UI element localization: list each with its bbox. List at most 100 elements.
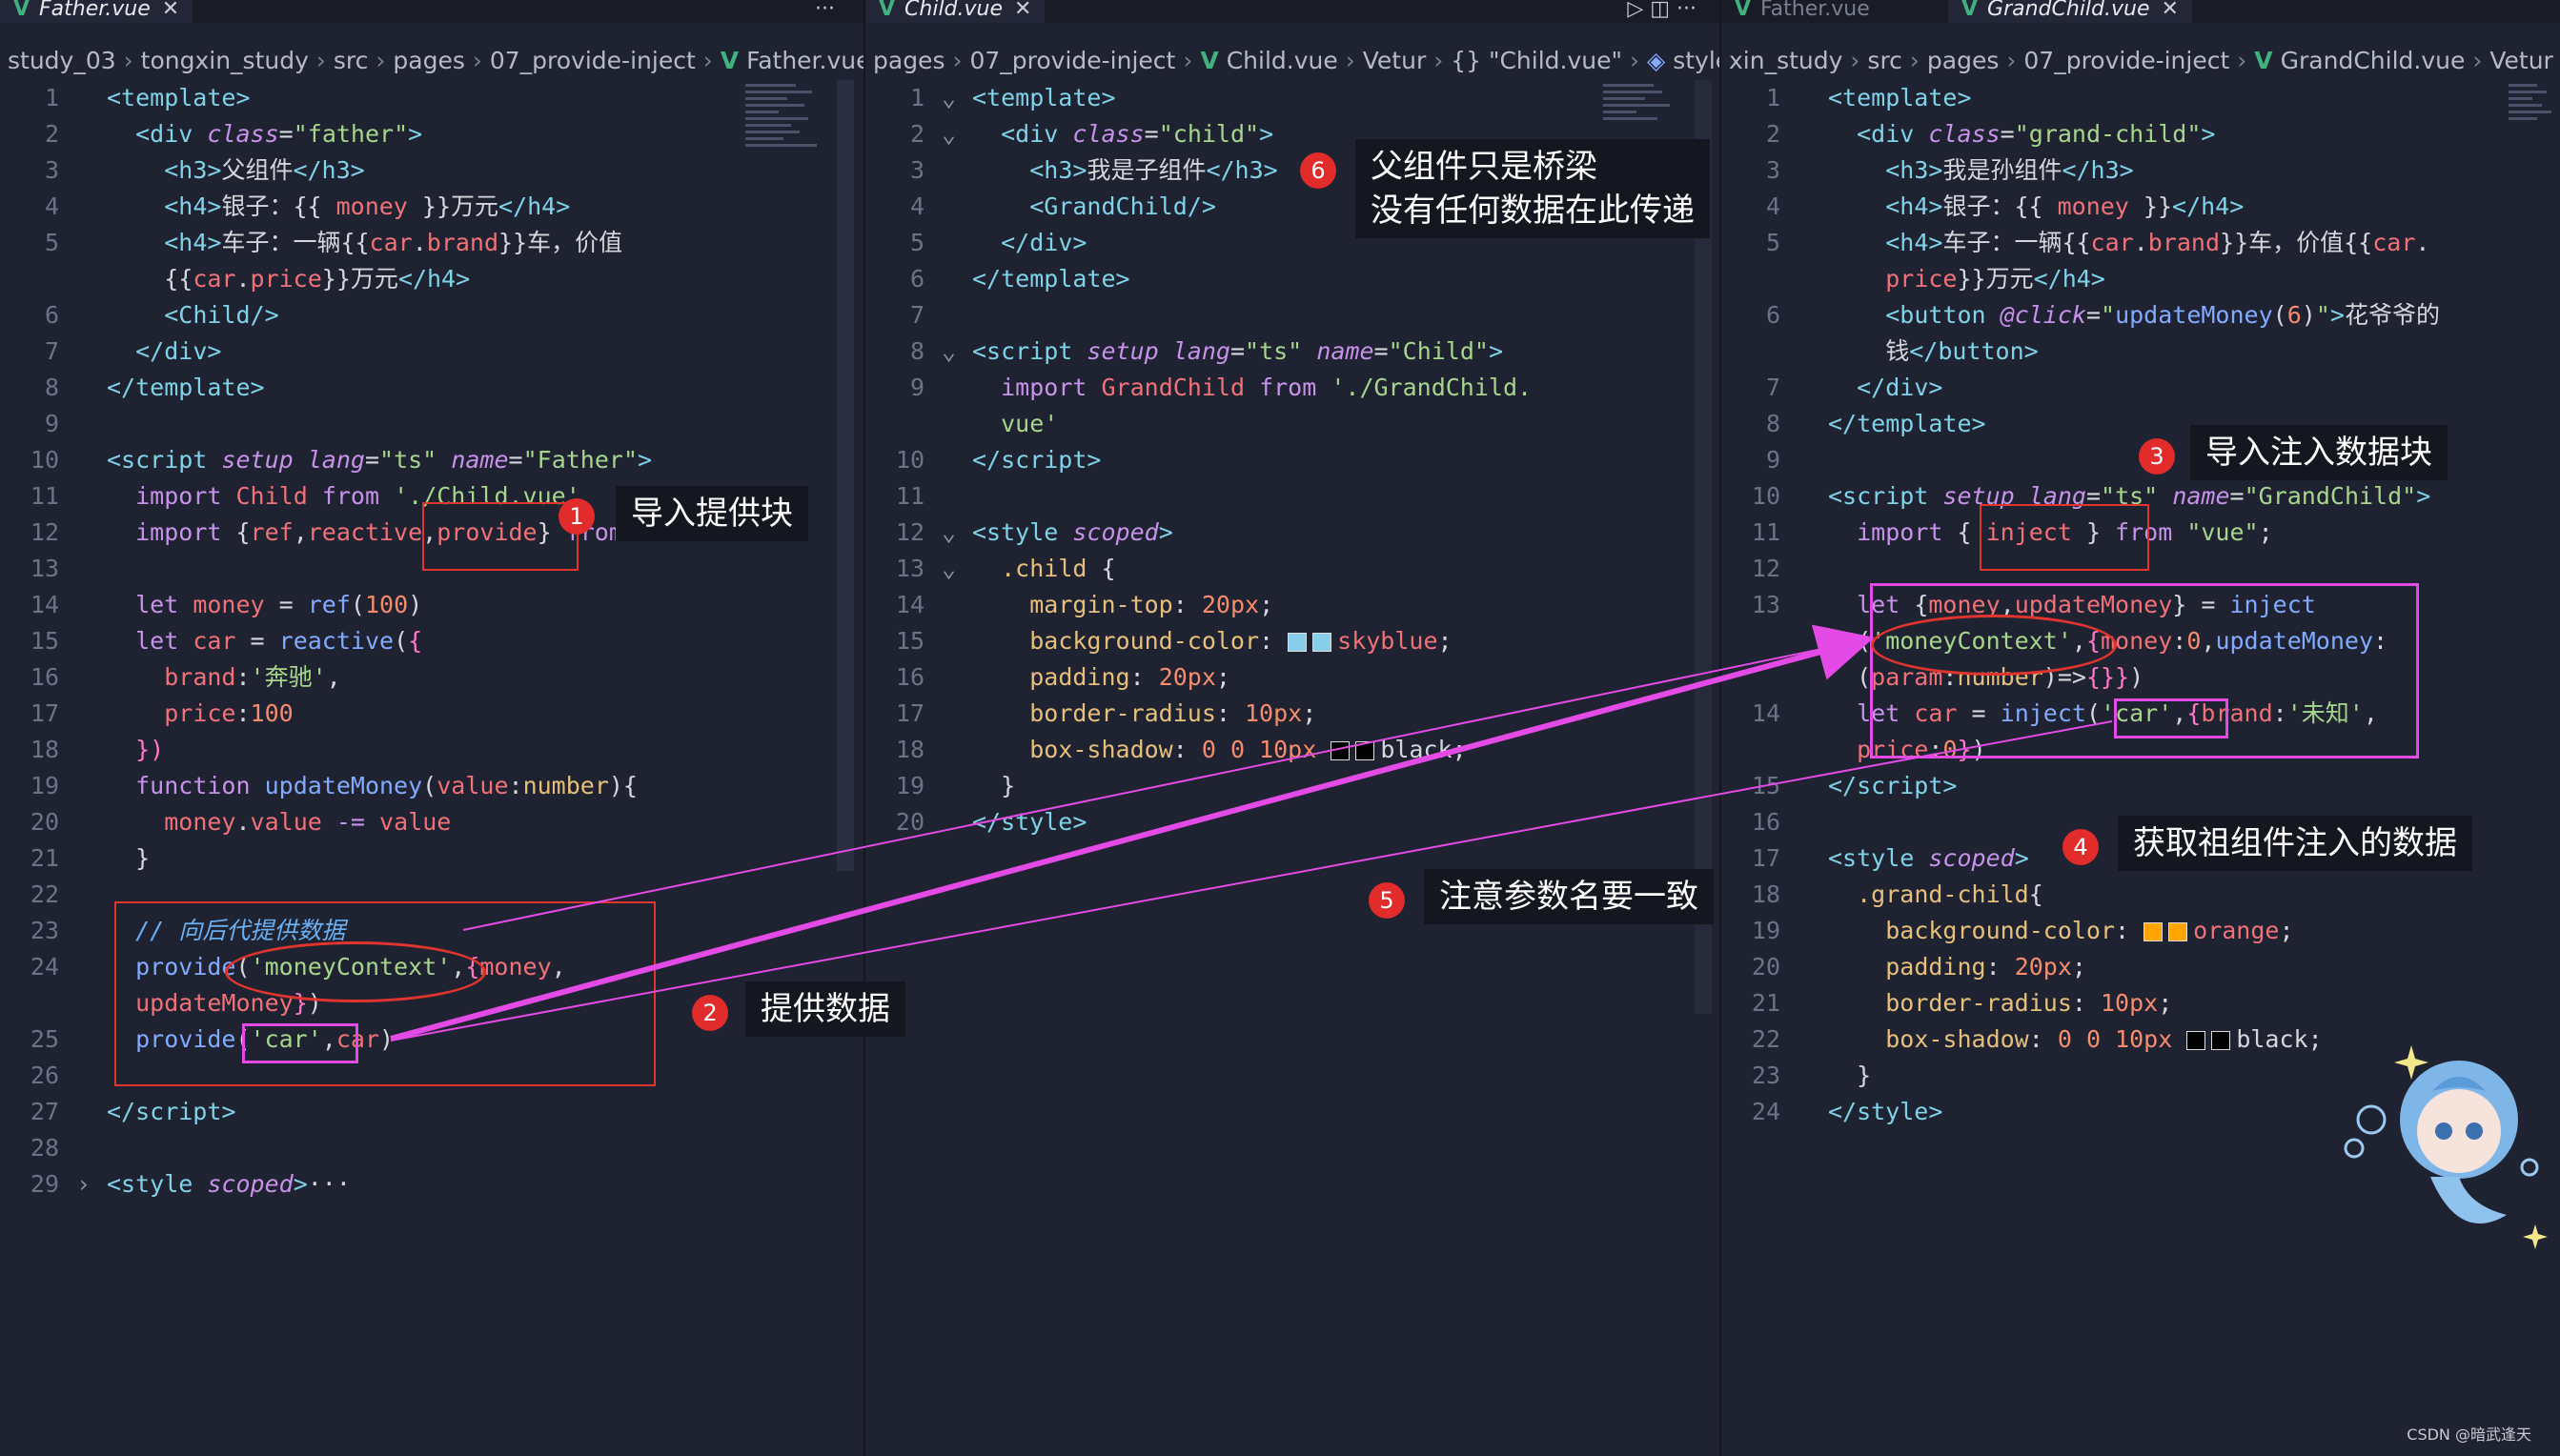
fold-chevron-icon[interactable]: ⌄ [942,334,956,370]
line-number: 4 [909,192,924,220]
code-line[interactable]: 19 function updateMoney(value:number){ [0,768,863,804]
breadcrumb-item[interactable]: Vetur [2489,47,2552,74]
code-line[interactable]: 17 border-radius: 10px; [865,696,1719,732]
code-line[interactable]: 21 } [0,840,863,877]
code-line[interactable]: 21 border-radius: 10px; [1721,985,2560,1021]
breadcrumb-item[interactable]: tongxin_study [141,47,309,74]
fold-chevron-icon[interactable]: ⌄ [942,551,956,587]
code-line[interactable]: 3 <h3>父组件</h3> [0,152,863,189]
code-line[interactable]: 6 <Child/> [0,297,863,334]
code-text: function updateMoney(value:number){ [135,772,638,799]
fold-chevron-icon[interactable]: ⌄ [942,116,956,152]
close-icon[interactable]: ✕ [1014,0,1031,21]
code-line[interactable]: 钱</button> [1721,334,2560,370]
code-line[interactable]: 10 <script setup lang="ts" name="Father"> [0,442,863,478]
breadcrumb-item[interactable]: Father.vue [746,47,863,74]
tab-child-vue[interactable]: V Child.vue ✕ [865,0,1046,23]
code-line[interactable]: 11 [865,478,1719,515]
code-line[interactable]: 15 </script> [1721,768,2560,804]
code-line[interactable]: 16 padding: 20px; [865,659,1719,696]
code-line[interactable]: 5 <h4>车子：一辆{{car.brand}}车，价值{{car. [1721,225,2560,261]
breadcrumb-item[interactable]: src [1867,47,1902,74]
code-line[interactable]: 19 background-color: orange; [1721,913,2560,949]
code-line[interactable]: 4 <h4>银子：{{ money }}万元</h4> [0,189,863,225]
line-number: 1 [44,84,59,111]
code-line[interactable]: 10 </script> [865,442,1719,478]
code-line[interactable]: 18 .grand-child{ [1721,877,2560,913]
breadcrumb-item[interactable]: 07_provide-inject [490,47,696,74]
close-icon[interactable]: ✕ [162,0,179,21]
breadcrumb-item[interactable]: pages [873,47,945,74]
minimap[interactable] [2509,80,2556,223]
code-text: let car = reactive({ [135,627,423,655]
code-line[interactable]: 18 box-shadow: 0 0 10px black; [865,732,1719,768]
code-line[interactable]: 1 ⌄ <template> [865,80,1719,116]
breadcrumb-item[interactable]: study_03 [8,47,116,74]
code-line[interactable]: 2 <div class="father"> [0,116,863,152]
code-line[interactable]: 29 › <style scoped>··· [0,1166,863,1203]
scrollbar[interactable] [837,80,854,871]
code-line[interactable]: price}}万元</h4> [1721,261,2560,297]
code-line[interactable]: 28 [0,1130,863,1166]
code-line[interactable]: 15 background-color: skyblue; [865,623,1719,659]
code-text: <template> [1828,84,1972,111]
code-line[interactable]: 6 <button @click="updateMoney(6)">花爷爷的 [1721,297,2560,334]
breadcrumb-item[interactable]: src [334,47,369,74]
breadcrumb-item[interactable]: {} "Child.vue" [1451,47,1622,74]
code-line[interactable]: 19 } [865,768,1719,804]
code-line[interactable]: 7 </div> [1721,370,2560,406]
breadcrumb-item[interactable]: 07_provide-inject [2023,47,2229,74]
more-actions-icon[interactable]: ··· [815,0,835,23]
tab-father-vue[interactable]: V Father.vue [1721,0,1946,23]
code-line[interactable]: 5 <h4>车子：一辆{{car.brand}}车，价值 [0,225,863,261]
code-line[interactable]: 7 </div> [0,334,863,370]
code-line[interactable]: 20 money.value -= value [0,804,863,840]
code-line[interactable]: 6 </template> [865,261,1719,297]
code-line[interactable]: 9 import GrandChild from './GrandChild. [865,370,1719,406]
code-line[interactable]: 12 ⌄ <style scoped> [865,515,1719,551]
breadcrumb-item[interactable]: Child.vue [1227,47,1338,74]
code-line[interactable]: 14 margin-top: 20px; [865,587,1719,623]
code-line[interactable]: {{car.price}}万元</h4> [0,261,863,297]
code-line[interactable]: 8 </template> [0,370,863,406]
tab-grandchild-vue[interactable]: V GrandChild.vue ✕ [1948,0,2192,23]
code-line[interactable]: 2 <div class="grand-child"> [1721,116,2560,152]
code-line[interactable]: 1 <template> [1721,80,2560,116]
fold-chevron-icon[interactable]: ⌄ [942,80,956,116]
code-line[interactable]: 9 [0,406,863,442]
code-line[interactable]: 7 [865,297,1719,334]
fold-chevron-icon[interactable]: ⌄ [942,515,956,551]
code-text: <div class="grand-child"> [1857,120,2216,148]
breadcrumb-item[interactable]: Vetur [1363,47,1426,74]
breadcrumb-item[interactable]: xin_study [1729,47,1842,74]
code-line[interactable]: 20 padding: 20px; [1721,949,2560,985]
minimap[interactable] [745,80,829,223]
code-text: <style scoped>··· [107,1170,351,1198]
breadcrumb-item[interactable]: pages [1927,47,1999,74]
code-line[interactable]: 1 <template> [0,80,863,116]
code-line[interactable]: vue' [865,406,1719,442]
fold-chevron-icon[interactable]: › [76,1166,91,1203]
breadcrumb-item[interactable]: 07_provide-inject [969,47,1175,74]
code-line[interactable]: 3 <h3>我是孙组件</h3> [1721,152,2560,189]
code-line[interactable]: 16 brand:'奔驰', [0,659,863,696]
tab-father-vue[interactable]: V Father.vue ✕ [0,0,193,23]
code-line[interactable]: 27 </script> [0,1094,863,1130]
editor-pane-father[interactable]: V Father.vue ✕ ··· study_03 › tongxin_study ›… [0,0,863,1456]
code-line[interactable]: 20 </style> [865,804,1719,840]
editor-actions[interactable]: ▷ ◫ ··· [1627,0,1697,23]
code-line[interactable]: 8 ⌄ <script setup lang="ts" name="Child"> [865,334,1719,370]
close-icon[interactable]: ✕ [2162,0,2179,21]
breadcrumb-item[interactable]: style [1673,47,1719,74]
code-text: price:100 [164,699,294,727]
code-line[interactable]: 18 }) [0,732,863,768]
code-line[interactable]: 13 ⌄ .child { [865,551,1719,587]
code-line[interactable]: 14 let money = ref(100) [0,587,863,623]
code-line[interactable]: 17 price:100 [0,696,863,732]
breadcrumb-item[interactable]: GrandChild.vue [2281,47,2466,74]
mascot-image [2344,1045,2548,1249]
code-line[interactable]: 4 <h4>银子：{{ money }}</h4> [1721,189,2560,225]
breadcrumb-item[interactable]: pages [393,47,464,74]
line-number: 25 [30,1025,59,1053]
code-line[interactable]: 15 let car = reactive({ [0,623,863,659]
